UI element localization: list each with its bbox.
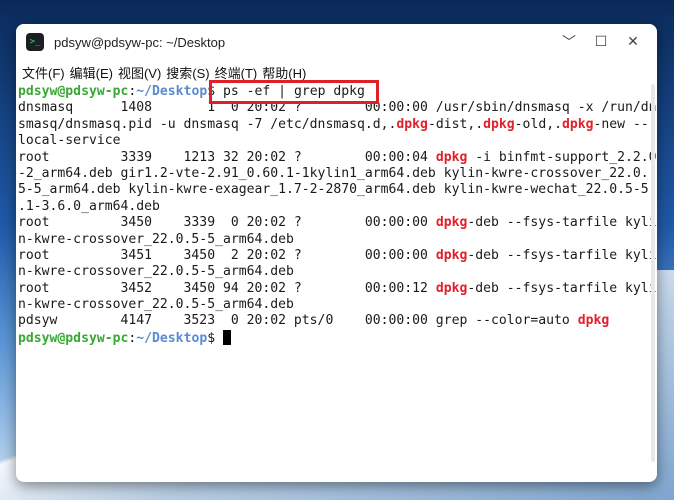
minimize-icon[interactable]: ﹀ [553, 28, 585, 56]
output-line: pdsyw 4147 3523 0 20:02 pts/0 00:00:00 g… [18, 313, 610, 329]
menu-help[interactable]: 帮助(H) [262, 63, 306, 82]
output-line: .1-3.6.0_arm64.deb [18, 198, 160, 214]
current-prompt-line: pdsyw@pdsyw-pc:~/Desktop$ [18, 329, 649, 346]
menu-view[interactable]: 视图(V) [118, 63, 161, 82]
terminal-window: >_ pdsyw@pdsyw-pc: ~/Desktop ﹀ ☐ ✕ 文件(F)… [16, 24, 657, 482]
output-line: -2_arm64.deb gir1.2-vte-2.91_0.60.1-1kyl… [18, 165, 649, 181]
output-line: 5-5_arm64.deb kylin-kwre-exagear_1.7-2-2… [18, 182, 649, 198]
maximize-icon[interactable]: ☐ [585, 28, 617, 56]
output-line: n-kwre-crossover_22.0.5-5_arm64.deb [18, 297, 294, 313]
terminal-icon: >_ [26, 33, 44, 51]
close-icon[interactable]: ✕ [617, 28, 649, 56]
output-line: root 3339 1213 32 20:02 ? 00:00:04 dpkg … [18, 149, 657, 165]
menu-search[interactable]: 搜索(S) [166, 63, 209, 82]
output-line: smasq/dnsmasq.pid -u dnsmasq -7 /etc/dns… [18, 116, 649, 132]
output-line: local-service [18, 133, 121, 149]
window-controls: ﹀ ☐ ✕ [553, 24, 649, 60]
prompt-user: pdsyw@pdsyw-pc [18, 84, 129, 99]
window-title: pdsyw@pdsyw-pc: ~/Desktop [54, 34, 226, 50]
output-line: root 3450 3339 0 20:02 ? 00:00:00 dpkg-d… [18, 215, 657, 231]
menu-file[interactable]: 文件(F) [22, 63, 65, 82]
menu-terminal[interactable]: 终端(T) [215, 63, 258, 82]
output-line: n-kwre-crossover_22.0.5-5_arm64.deb [18, 231, 294, 247]
output-line: root 3452 3450 94 20:02 ? 00:00:12 dpkg-… [18, 280, 657, 296]
menu-edit[interactable]: 编辑(E) [70, 63, 113, 82]
output-line: root 3451 3450 2 20:02 ? 00:00:00 dpkg-d… [18, 247, 657, 263]
title-bar[interactable]: >_ pdsyw@pdsyw-pc: ~/Desktop ﹀ ☐ ✕ [16, 24, 657, 60]
output-line: n-kwre-crossover_22.0.5-5_arm64.deb [18, 264, 294, 280]
text-cursor [223, 329, 231, 345]
terminal-output[interactable]: pdsyw@pdsyw-pc:~/Desktop$ ps -ef | grep … [16, 84, 657, 482]
annotation-highlight-box [209, 80, 379, 104]
scrollbar[interactable] [651, 84, 655, 462]
prompt-path: ~/Desktop [136, 84, 208, 99]
